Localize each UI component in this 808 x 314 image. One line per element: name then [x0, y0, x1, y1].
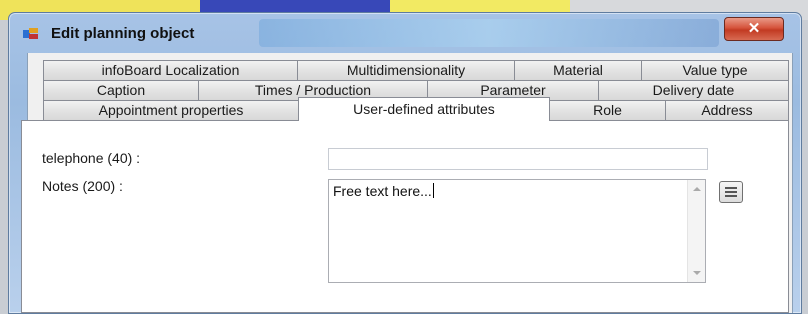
- tab-delivery-date[interactable]: Delivery date: [598, 80, 789, 100]
- tab-value-type[interactable]: Value type: [641, 60, 789, 80]
- tab-caption[interactable]: Caption: [43, 80, 199, 100]
- notes-scrollbar[interactable]: [687, 180, 705, 282]
- text-caret: [432, 183, 434, 198]
- tab-appointment-properties[interactable]: Appointment properties: [43, 100, 299, 120]
- title-bar-glass: [259, 19, 719, 47]
- telephone-field[interactable]: [328, 148, 708, 170]
- tab-user-defined-attributes[interactable]: User-defined attributes: [298, 97, 550, 121]
- tab-address[interactable]: Address: [665, 100, 789, 120]
- tab-role[interactable]: Role: [549, 100, 666, 120]
- notes-text: Free text here...: [333, 183, 432, 199]
- text-editor-icon: [725, 187, 737, 189]
- user-defined-attributes-panel: telephone (40) : Notes (200) : Free text…: [21, 120, 789, 313]
- telephone-label: telephone (40) :: [42, 150, 141, 166]
- app-icon: [23, 28, 39, 40]
- tab-infoboard-localization[interactable]: infoBoard Localization: [43, 60, 298, 80]
- scroll-up-arrow-icon[interactable]: [693, 187, 701, 191]
- notes-label: Notes (200) :: [42, 178, 123, 194]
- close-icon: ✕: [747, 20, 761, 37]
- notes-editor-button[interactable]: [719, 181, 743, 203]
- window-title: Edit planning object: [51, 25, 195, 42]
- notes-textarea[interactable]: Free text here...: [328, 179, 706, 283]
- scroll-down-arrow-icon[interactable]: [693, 271, 701, 275]
- tab-multidimensionality[interactable]: Multidimensionality: [297, 60, 515, 80]
- tab-material[interactable]: Material: [514, 60, 642, 80]
- title-bar[interactable]: Edit planning object ✕: [9, 13, 801, 51]
- edit-planning-object-dialog: Edit planning object ✕ infoBoard Localiz…: [8, 12, 802, 314]
- close-button[interactable]: ✕: [724, 17, 784, 41]
- notes-text-wrap: Free text here...: [333, 183, 434, 199]
